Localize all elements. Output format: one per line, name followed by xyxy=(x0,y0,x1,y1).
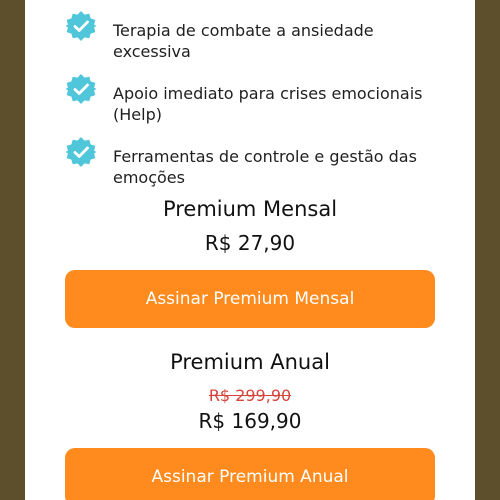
old-price-annual: R$ 299,90 xyxy=(208,386,292,405)
feature-item-crisis-support: Apoio imediato para crises emocionais (H… xyxy=(65,73,455,125)
feature-text: Apoio imediato para crises emocionais (H… xyxy=(113,84,423,124)
subscription-card: Terapia de combate a ansiedade excessiva… xyxy=(25,0,475,500)
price-monthly: R$ 27,90 xyxy=(204,231,296,255)
feature-text: Terapia de combate a ansiedade excessiva xyxy=(113,21,374,61)
check-badge-icon xyxy=(65,74,97,104)
feature-item-anxiety: Terapia de combate a ansiedade excessiva xyxy=(65,10,455,62)
subscribe-annual-button[interactable]: Assinar Premium Anual xyxy=(65,448,435,500)
subscribe-monthly-button[interactable]: Assinar Premium Mensal xyxy=(65,270,435,328)
plan-title-monthly: Premium Mensal xyxy=(162,197,338,221)
plan-title-annual: Premium Anual xyxy=(170,350,330,374)
feature-text: Ferramentas de controle e gestão das emo… xyxy=(113,147,417,187)
check-badge-icon xyxy=(65,137,97,167)
price-annual: R$ 169,90 xyxy=(198,409,302,433)
feature-item-emotion-tools: Ferramentas de controle e gestão das emo… xyxy=(65,136,455,188)
check-badge-icon xyxy=(65,11,97,41)
